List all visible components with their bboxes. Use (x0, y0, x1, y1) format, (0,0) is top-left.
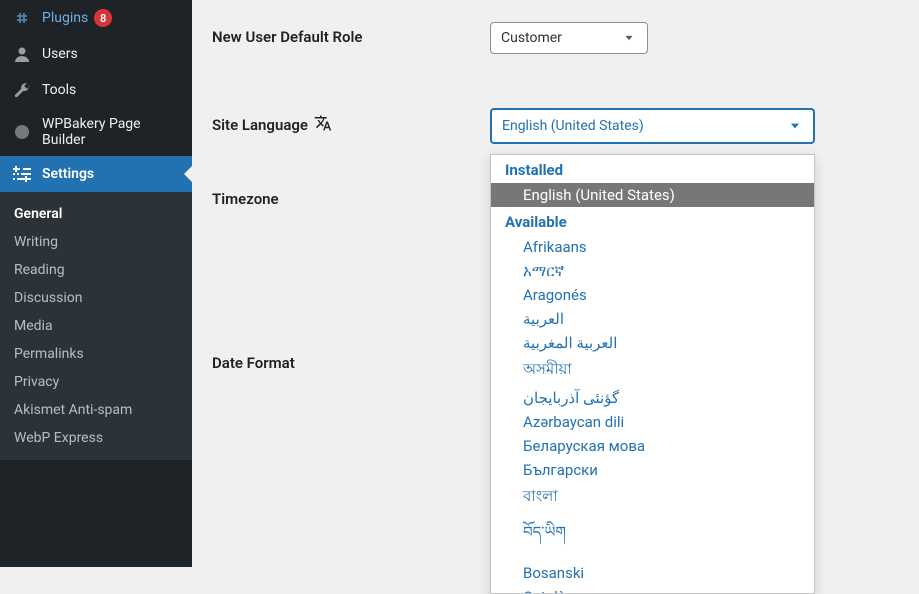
settings-slider-icon (12, 164, 32, 184)
submenu-item-general[interactable]: General (0, 200, 192, 228)
submenu-item-reading[interactable]: Reading (0, 256, 192, 284)
chevron-down-icon (621, 30, 637, 46)
submenu-item-permalinks[interactable]: Permalinks (0, 340, 192, 368)
update-badge: 8 (94, 9, 112, 27)
dropdown-option[interactable]: Afrikaans (491, 235, 814, 259)
sidebar-item-label: Settings (42, 166, 94, 182)
dropdown-group-installed: Installed (491, 155, 814, 183)
dropdown-option[interactable]: Aragonés (491, 283, 814, 307)
submenu-item-media[interactable]: Media (0, 312, 192, 340)
settings-general-form: as you or a New User Default Role Custom… (192, 0, 919, 567)
label-site-language: Site Language (212, 108, 490, 136)
sidebar-item-users[interactable]: Users (0, 36, 192, 72)
translate-icon (314, 114, 332, 136)
row-default-role: New User Default Role Customer (212, 22, 899, 54)
sidebar-item-plugins[interactable]: Plugins 8 (0, 0, 192, 36)
dropdown-option[interactable]: Azərbaycan dili (491, 410, 814, 434)
language-dropdown-list[interactable]: Installed English (United States) Availa… (490, 154, 815, 594)
dropdown-option[interactable]: Bosanski (491, 561, 814, 585)
submenu-item-webp[interactable]: WebP Express (0, 424, 192, 452)
submenu-item-akismet[interactable]: Akismet Anti-spam (0, 396, 192, 424)
dropdown-option[interactable]: Български (491, 458, 814, 482)
dropdown-option[interactable]: العربية المغربية (491, 331, 814, 355)
site-language-select[interactable]: English (United States) (490, 108, 815, 144)
dropdown-option[interactable]: Català (491, 585, 814, 594)
submenu-item-writing[interactable]: Writing (0, 228, 192, 256)
label-timezone: Timezone (212, 184, 490, 208)
sidebar-item-label: Users (42, 46, 78, 62)
sidebar-item-label: Tools (42, 82, 76, 98)
dropdown-option[interactable]: བོད་ཡིག (491, 513, 814, 561)
settings-submenu: General Writing Reading Discussion Media… (0, 192, 192, 460)
default-role-select[interactable]: Customer (490, 22, 648, 54)
submenu-item-privacy[interactable]: Privacy (0, 368, 192, 396)
dropdown-group-available: Available (491, 207, 814, 235)
chevron-down-icon (787, 118, 803, 134)
sidebar-item-settings[interactable]: Settings (0, 156, 192, 192)
users-icon (12, 44, 32, 64)
dropdown-option[interactable]: বাংলা (491, 482, 814, 513)
label-default-role: New User Default Role (212, 22, 490, 46)
dropdown-option[interactable]: العربية (491, 307, 814, 331)
sidebar-item-label: WPBakery Page Builder (42, 116, 180, 148)
admin-sidebar: Plugins 8 Users Tools WPBakery Page Buil… (0, 0, 192, 567)
wpbakery-icon (12, 122, 32, 142)
dropdown-option[interactable]: অসমীয়া (491, 355, 814, 386)
dropdown-option[interactable]: English (United States) (491, 183, 814, 207)
wrench-icon (12, 80, 32, 100)
row-site-language: Site Language English (United States) In… (212, 108, 899, 144)
select-value: Customer (501, 30, 562, 46)
select-value: English (United States) (502, 118, 644, 134)
dropdown-option[interactable]: አማርኛ (491, 259, 814, 283)
sidebar-item-label: Plugins (42, 10, 88, 26)
submenu-item-discussion[interactable]: Discussion (0, 284, 192, 312)
sidebar-item-wpbakery[interactable]: WPBakery Page Builder (0, 108, 192, 156)
dropdown-option[interactable]: گؤنئی آذربایجان (491, 386, 814, 410)
plugin-icon (12, 8, 32, 28)
sidebar-item-tools[interactable]: Tools (0, 72, 192, 108)
dropdown-option[interactable]: Беларуская мова (491, 434, 814, 458)
label-date-format: Date Format (212, 348, 490, 372)
